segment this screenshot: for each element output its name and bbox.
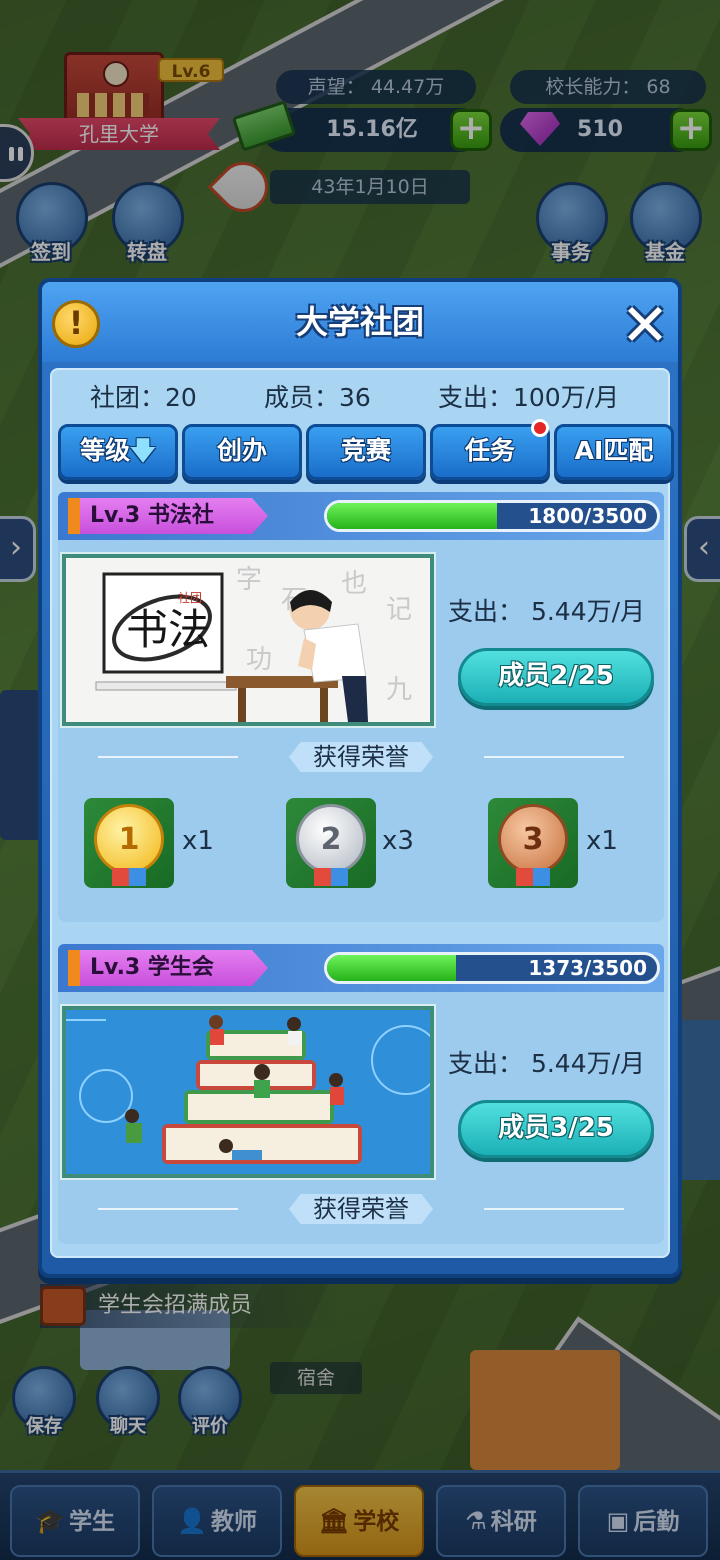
honor-section-title: 获得荣誉 xyxy=(58,742,664,772)
ribbon-icon xyxy=(516,868,550,886)
ribbon-icon xyxy=(314,868,348,886)
calligraphy-logo-text: 书法 xyxy=(126,605,210,654)
bronze-medal-icon: 3 xyxy=(488,798,578,888)
divider xyxy=(484,1208,624,1210)
club-name: Lv.3 书法社 xyxy=(68,498,268,534)
ribbon-icon xyxy=(112,868,146,886)
club-header: Lv.3 书法社 1800/3500 xyxy=(58,492,664,540)
calligraphy-seal-text: 社团 xyxy=(178,590,202,605)
club-header: Lv.3 学生会 1373/3500 xyxy=(58,944,664,992)
divider xyxy=(98,756,238,758)
modal-title: 大学社团 xyxy=(295,303,424,341)
club-members-button[interactable]: 成员2/25 xyxy=(458,648,654,706)
modal-body: 社团：20 成员：36 支出：100万/月 等级🡇 创办 竞赛 任务 AI匹配 … xyxy=(50,368,674,1258)
club-card: Lv.3 学生会 1373/3500 支出： 5.44万/月 成员3/25 获得… xyxy=(58,944,664,1244)
club-progress-fill xyxy=(327,503,497,529)
info-icon[interactable]: ! xyxy=(52,300,100,348)
tab-create[interactable]: 创办 xyxy=(182,424,302,480)
tab-tasks[interactable]: 任务 xyxy=(430,419,550,480)
silver-medal-icon: 2 xyxy=(286,798,376,888)
total-expense: 支出：100万/月 xyxy=(438,383,620,412)
medal-count: x1 xyxy=(586,826,618,856)
svg-text:记: 记 xyxy=(386,595,412,625)
club-count: 社团：20 xyxy=(90,383,197,412)
tab-ai-match[interactable]: AI匹配 xyxy=(554,424,674,480)
svg-text:九: 九 xyxy=(386,675,412,705)
club-progress-text: 1373/3500 xyxy=(528,956,647,980)
tab-level-sort[interactable]: 等级🡇 xyxy=(58,424,178,480)
calligraphy-illustration: 字石也 记功九 书法 社团 xyxy=(66,558,430,722)
student-union-illustration xyxy=(66,1010,430,1174)
tab-label: 等级 xyxy=(80,436,131,465)
club-expense: 支出： 5.44万/月 xyxy=(448,597,646,626)
club-progress-bar: 1373/3500 xyxy=(324,952,660,984)
honor-section-title: 获得荣誉 xyxy=(58,1194,664,1224)
divider xyxy=(484,756,624,758)
svg-text:也: 也 xyxy=(341,569,367,599)
gold-medal-icon: 1 xyxy=(84,798,174,888)
medal-number: 1 xyxy=(94,804,164,874)
club-progress-fill xyxy=(327,955,457,981)
medal-number: 3 xyxy=(498,804,568,874)
honor-title-label: 获得荣誉 xyxy=(289,742,433,772)
medal-count: x3 xyxy=(382,826,414,856)
svg-text:功: 功 xyxy=(246,645,272,675)
club-progress-text: 1800/3500 xyxy=(528,504,647,528)
calligraphy-club-image[interactable]: 字石也 记功九 书法 社团 xyxy=(60,552,436,728)
club-members-button[interactable]: 成员3/25 xyxy=(458,1100,654,1158)
honor-title-label: 获得荣誉 xyxy=(289,1194,433,1224)
svg-text:字: 字 xyxy=(236,565,262,595)
member-count: 成员：36 xyxy=(264,383,371,412)
tab-label: 任务 xyxy=(464,436,515,465)
club-name: Lv.3 学生会 xyxy=(68,950,268,986)
club-expense: 支出： 5.44万/月 xyxy=(448,1049,646,1078)
tab-competition[interactable]: 竞赛 xyxy=(306,424,426,480)
medal-count: x1 xyxy=(182,826,214,856)
student-union-image[interactable] xyxy=(60,1004,436,1180)
medal-number: 2 xyxy=(296,804,366,874)
club-progress-bar: 1800/3500 xyxy=(324,500,660,532)
arrow-down-icon: 🡇 xyxy=(130,436,156,465)
modal-header: 大学社团 ! ✕ xyxy=(42,282,678,362)
close-icon[interactable]: ✕ xyxy=(618,296,672,354)
notification-dot xyxy=(531,419,549,437)
club-modal: 大学社团 ! ✕ 社团：20 成员：36 支出：100万/月 等级🡇 创办 竞赛… xyxy=(38,278,682,1278)
divider xyxy=(98,1208,238,1210)
club-card: Lv.3 书法社 1800/3500 字石也 记功九 书法 社团 xyxy=(58,492,664,922)
